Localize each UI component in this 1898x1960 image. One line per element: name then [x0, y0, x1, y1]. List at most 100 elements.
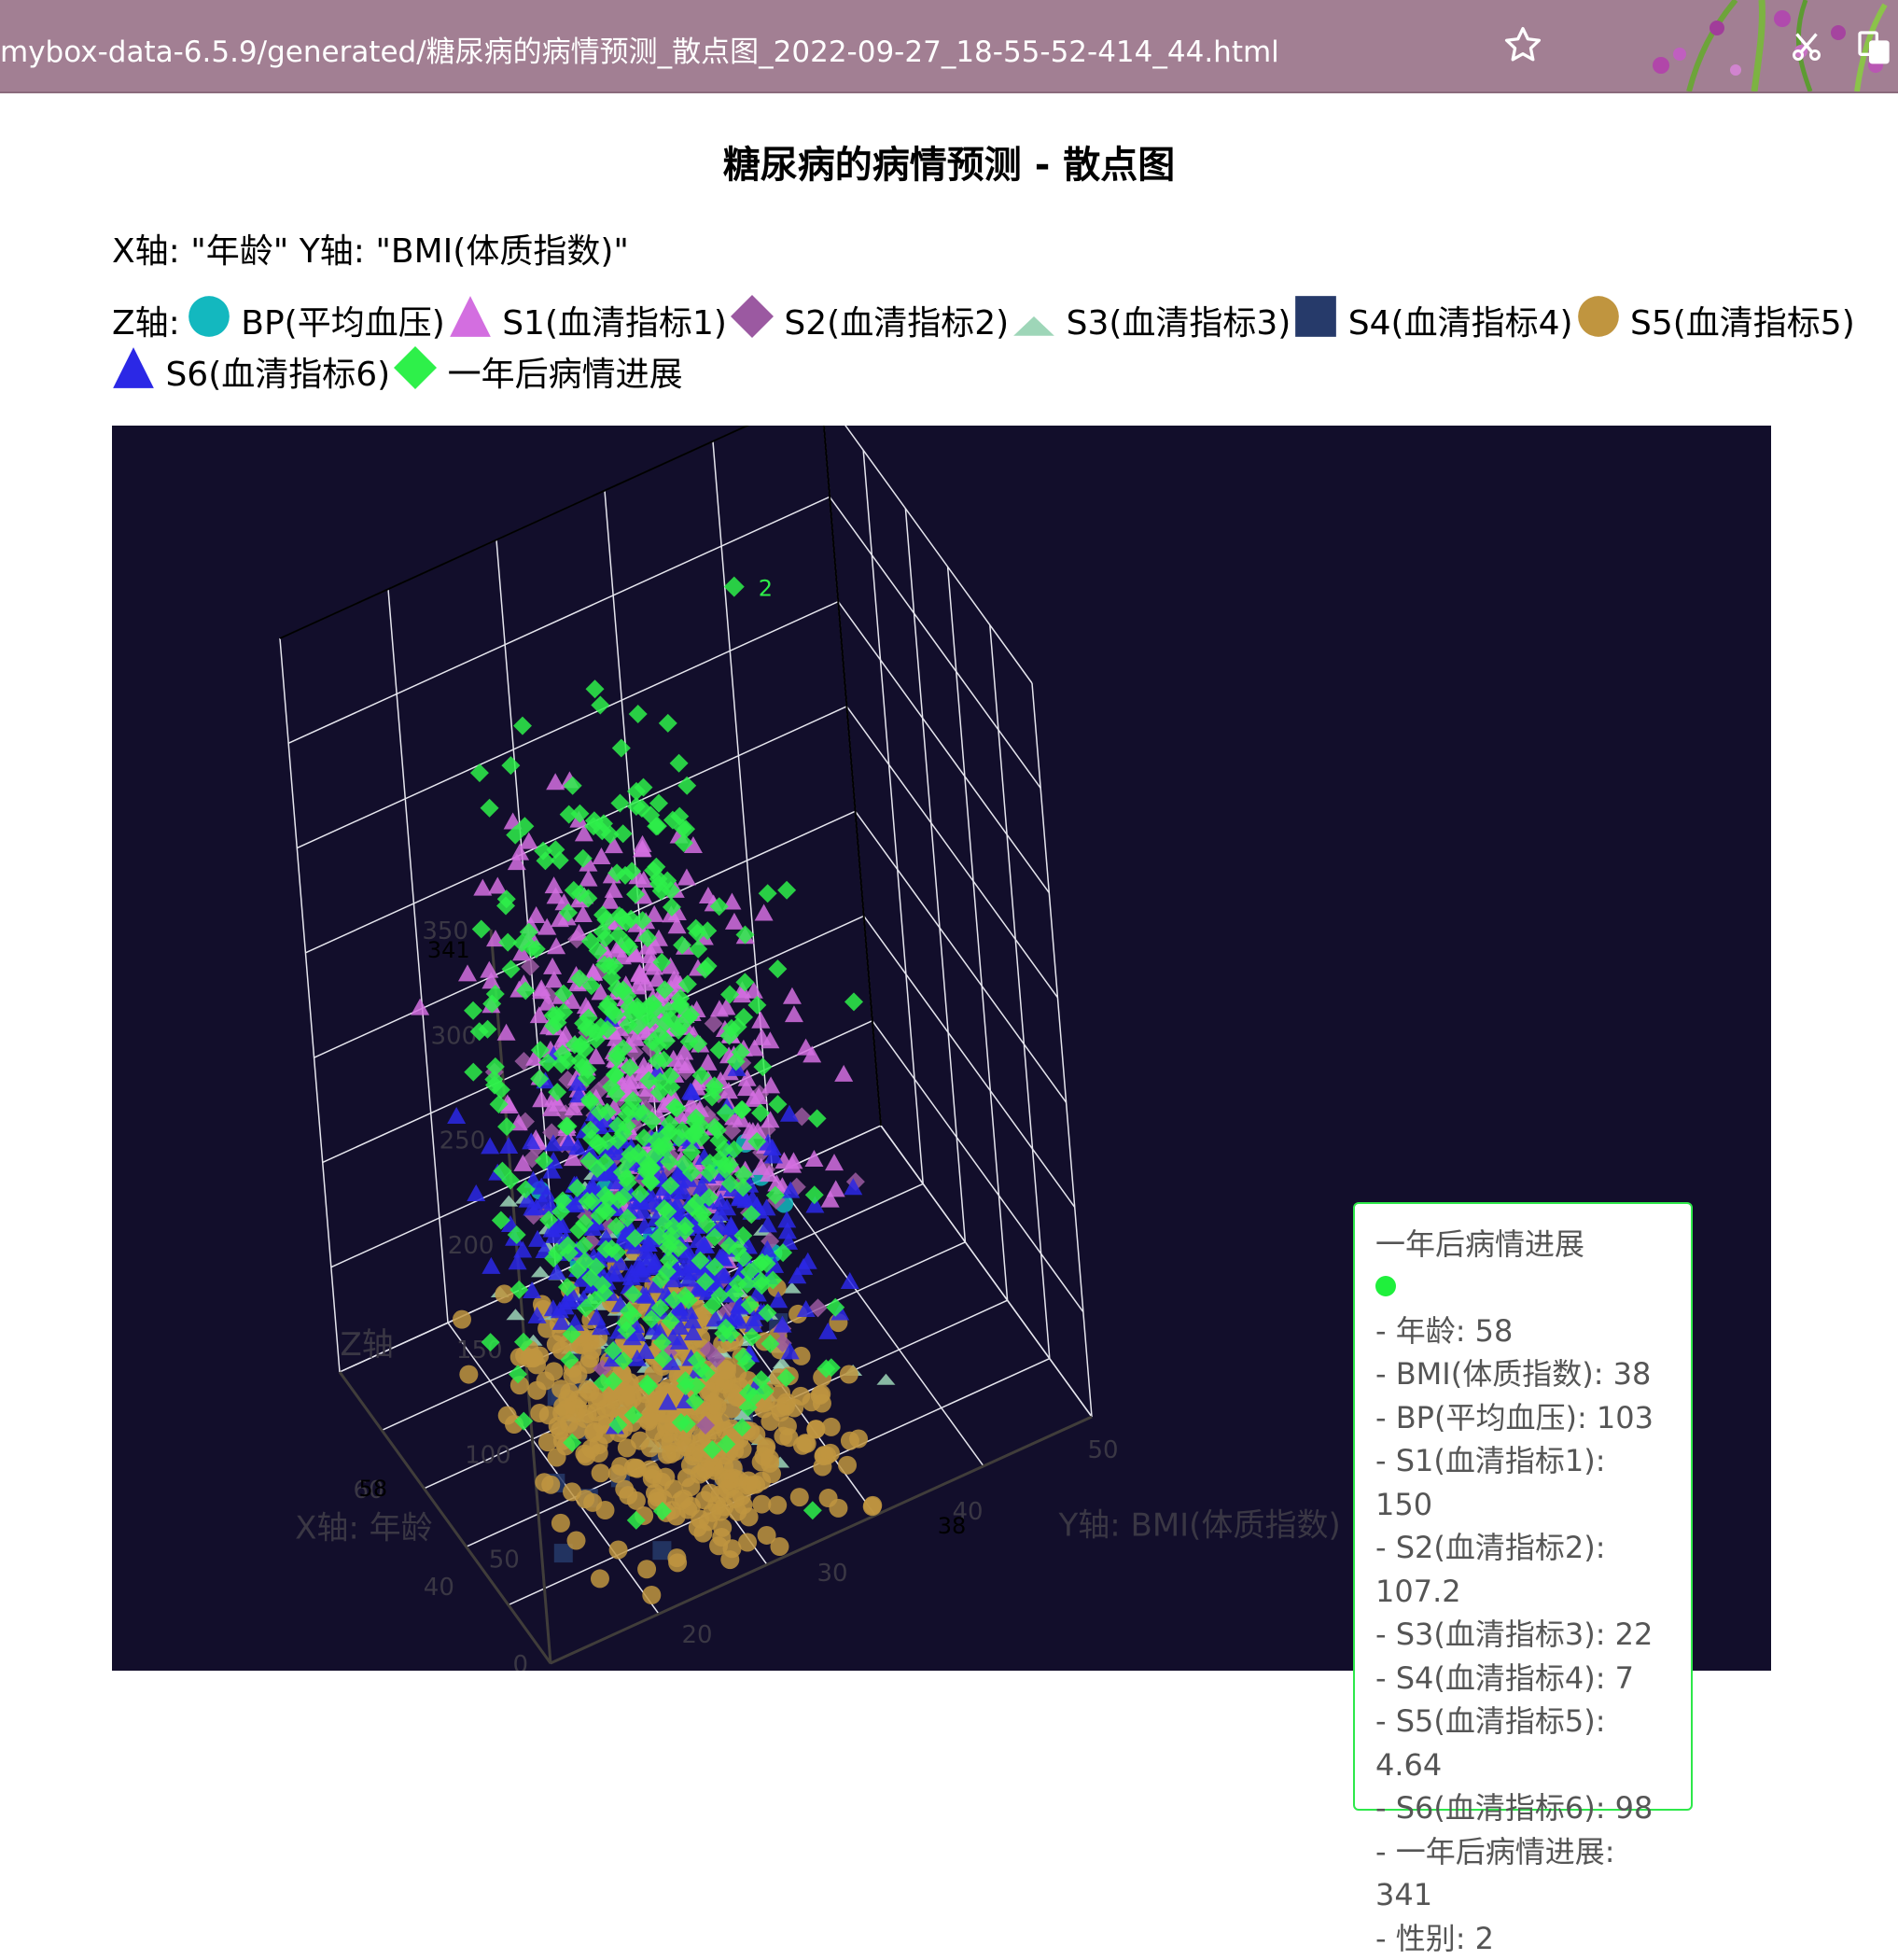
data-point[interactable] [644, 1465, 663, 1484]
data-point[interactable] [576, 1490, 594, 1508]
data-point[interactable] [547, 937, 565, 954]
data-point[interactable] [637, 1560, 656, 1578]
data-point[interactable] [610, 793, 629, 812]
data-point[interactable] [755, 903, 774, 920]
data-point[interactable] [758, 1526, 776, 1545]
data-point[interactable] [675, 1490, 693, 1508]
data-point[interactable] [740, 1507, 759, 1526]
data-point[interactable] [751, 1012, 770, 1029]
data-point[interactable] [785, 1005, 803, 1022]
data-point[interactable] [545, 876, 564, 893]
data-point[interactable] [840, 1365, 858, 1384]
data-point[interactable] [583, 1341, 602, 1360]
data-point[interactable] [738, 1533, 757, 1552]
data-point[interactable] [725, 913, 744, 930]
data-point[interactable] [543, 958, 562, 974]
data-point[interactable] [711, 1503, 730, 1521]
data-point[interactable] [551, 1514, 570, 1533]
data-point[interactable] [834, 1065, 853, 1082]
data-point[interactable] [612, 738, 631, 757]
data-point[interactable] [624, 1458, 643, 1477]
data-point[interactable] [560, 1383, 579, 1402]
data-point[interactable] [527, 1381, 546, 1400]
legend-item[interactable]: S2(血清指标2) [731, 295, 1009, 346]
data-point[interactable] [768, 1496, 787, 1515]
data-point[interactable] [472, 920, 491, 939]
data-point[interactable] [677, 777, 696, 795]
data-point[interactable] [768, 959, 787, 978]
data-point[interactable] [806, 1421, 825, 1439]
data-point[interactable] [812, 1385, 830, 1404]
data-point[interactable] [498, 933, 517, 952]
data-point[interactable] [813, 1457, 831, 1476]
data-point[interactable] [608, 1464, 627, 1483]
data-point[interactable] [447, 1107, 466, 1124]
data-point[interactable] [659, 714, 677, 733]
legend-item[interactable]: S5(血清指标5) [1577, 295, 1855, 346]
data-point[interactable] [805, 1185, 824, 1204]
data-point[interactable] [502, 959, 521, 978]
data-point[interactable] [718, 1361, 736, 1379]
data-point[interactable] [591, 1569, 609, 1588]
data-point[interactable] [772, 1384, 790, 1403]
data-point[interactable] [480, 961, 498, 978]
data-point[interactable] [774, 1427, 792, 1446]
data-point[interactable] [458, 964, 477, 981]
data-point[interactable] [576, 1409, 594, 1428]
data-point[interactable] [844, 992, 863, 1011]
data-point[interactable] [535, 1473, 553, 1491]
data-point[interactable] [581, 1439, 600, 1458]
data-point[interactable] [605, 881, 623, 898]
data-point[interactable] [579, 870, 597, 887]
data-point[interactable] [548, 1263, 566, 1280]
legend-item[interactable]: BP(平均血压) [188, 295, 445, 346]
data-point[interactable] [488, 876, 507, 893]
data-point[interactable] [497, 1117, 516, 1136]
data-point[interactable] [513, 717, 532, 735]
data-point[interactable] [658, 1446, 677, 1464]
data-point[interactable] [609, 1540, 628, 1559]
data-point[interactable] [667, 1548, 686, 1567]
data-point[interactable] [825, 1154, 844, 1170]
data-point[interactable] [499, 1137, 518, 1154]
data-point[interactable] [617, 1388, 635, 1407]
data-point[interactable] [713, 1519, 732, 1537]
data-point[interactable] [592, 1463, 610, 1482]
data-point[interactable] [586, 679, 605, 698]
data-point[interactable] [819, 1489, 838, 1507]
data-point[interactable] [876, 1374, 895, 1385]
data-point[interactable] [711, 1486, 730, 1505]
scatter-3d-plot[interactable]: 0501001502002503003503412040605810203040… [112, 426, 1771, 1671]
data-point[interactable] [777, 881, 796, 900]
data-point[interactable] [747, 996, 766, 1015]
data-point[interactable] [747, 1476, 765, 1494]
scissors-extension-icon[interactable] [1790, 28, 1823, 65]
data-point[interactable] [527, 906, 546, 923]
data-point[interactable] [470, 763, 489, 782]
bookmark-star-icon[interactable] [1502, 24, 1543, 65]
data-point[interactable] [677, 1432, 696, 1450]
legend-item[interactable]: S6(血清指标6) [112, 346, 390, 398]
data-point[interactable] [499, 1196, 518, 1207]
highlighted-data-point[interactable] [724, 577, 745, 597]
url-text[interactable]: mybox-data-6.5.9/generated/糖尿病的病情预测_散点图_… [0, 28, 1279, 70]
data-point[interactable] [759, 884, 777, 903]
data-point[interactable] [863, 1496, 882, 1515]
data-point[interactable] [761, 1412, 779, 1431]
browser-address-bar[interactable]: mybox-data-6.5.9/generated/糖尿病的病情预测_散点图_… [0, 0, 1898, 93]
data-point[interactable] [642, 1586, 661, 1604]
data-point[interactable] [560, 1414, 579, 1433]
data-point[interactable] [567, 1532, 586, 1550]
data-point[interactable] [631, 1432, 649, 1450]
data-point[interactable] [531, 1266, 550, 1277]
data-point[interactable] [768, 1095, 787, 1113]
legend-item[interactable]: S4(血清指标4) [1294, 295, 1572, 346]
data-point[interactable] [501, 756, 520, 775]
data-point[interactable] [670, 754, 689, 773]
data-point[interactable] [524, 1349, 543, 1367]
data-point[interactable] [677, 1468, 696, 1487]
data-point[interactable] [473, 879, 492, 896]
data-point[interactable] [467, 1184, 485, 1201]
data-point[interactable] [838, 1456, 857, 1475]
data-point[interactable] [464, 1063, 482, 1082]
